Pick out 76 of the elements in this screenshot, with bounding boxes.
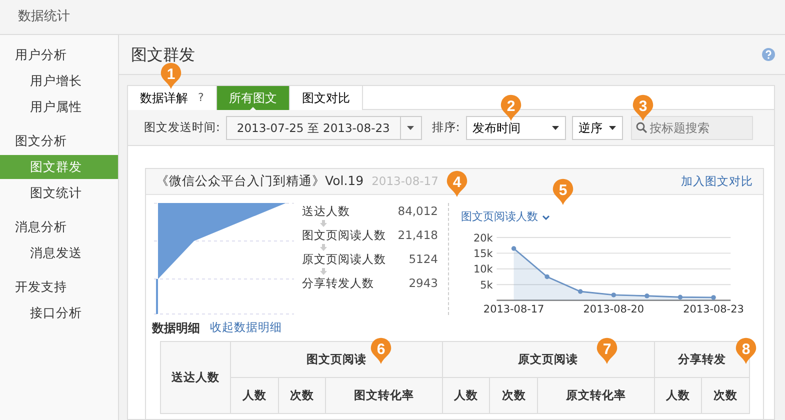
date-range-picker[interactable]: 2013-07-25 至 2013-08-23 <box>226 116 422 140</box>
marker-pin: 2 <box>500 94 522 121</box>
marker-pin: 6 <box>370 337 392 364</box>
chevron-icon <box>542 214 550 220</box>
section-title: 数据明细 <box>152 320 200 337</box>
x-tick-label: 2013-08-20 <box>583 303 644 315</box>
marker-pin: 4 <box>446 170 468 197</box>
data-point <box>511 246 516 250</box>
marker-pin: 7 <box>596 337 618 364</box>
data-point <box>644 293 650 298</box>
search-field[interactable]: 按标题搜索 <box>630 116 753 140</box>
sort-dropdown[interactable]: 发布时间 <box>466 116 566 140</box>
help-icon[interactable] <box>762 48 775 61</box>
data-point <box>678 294 683 300</box>
collapse-link[interactable]: 收起数据明细 <box>210 319 282 337</box>
sidebar-section-title: 图文分析 <box>14 132 68 150</box>
compare-link[interactable]: 加入图文对比 <box>681 172 753 190</box>
y-tick-label: 10k <box>474 263 493 276</box>
funnel-value: 2943 <box>408 275 438 291</box>
help-mark[interactable]: ? <box>198 90 204 106</box>
funnel-label: 分享转发人数 <box>302 275 374 291</box>
metric-dropdown[interactable]: 图文页阅读人数 <box>461 209 550 226</box>
column-header: 次数 <box>702 378 750 414</box>
sidebar-item[interactable]: 消息发送 <box>0 241 118 265</box>
data-point <box>711 294 716 300</box>
marker-pin: 3 <box>632 94 654 121</box>
down-arrow-icon <box>320 244 327 250</box>
sort-label: 排序: <box>432 118 460 136</box>
caret-icon <box>552 126 559 130</box>
sidebar-section-title: 用户分析 <box>14 46 68 64</box>
column-header: 次数 <box>278 378 326 414</box>
article-title: 《微信公众平台入门到精通》Vol.19 <box>156 172 364 190</box>
column-header: 原文转化率 <box>538 378 654 414</box>
column-header: 图文转化率 <box>326 378 442 414</box>
article-date: 2013-08-17 <box>372 172 438 190</box>
x-tick-label: 2013-08-23 <box>683 303 744 315</box>
sidebar-item[interactable]: 用户属性 <box>0 95 118 119</box>
search-input[interactable]: 按标题搜索 <box>650 118 746 136</box>
sidebar-section-title: 开发支持 <box>14 278 68 296</box>
tab-label[interactable]: 数据详解 <box>140 89 188 107</box>
y-tick-label: 20k <box>474 232 493 244</box>
tab[interactable]: 图文对比 <box>290 86 363 110</box>
funnel-label: 图文页阅读人数 <box>302 227 386 243</box>
data-point <box>578 288 583 294</box>
sidebar-section-title: 消息分析 <box>14 218 68 236</box>
column-header: 送达人数 <box>160 342 230 414</box>
date-label: 图文发送时间: <box>144 118 220 136</box>
sidebar-item[interactable]: 图文统计 <box>0 181 118 205</box>
funnel-label: 原文页阅读人数 <box>302 251 386 267</box>
page-title: 图文群发 <box>131 44 195 64</box>
column-header: 人数 <box>442 378 490 414</box>
funnel-value: 5124 <box>408 251 438 267</box>
app-title: 数据统计 <box>18 8 70 26</box>
marker-pin: 8 <box>735 337 757 364</box>
marker-pin: 5 <box>552 178 574 205</box>
caret-icon <box>608 126 616 130</box>
column-header: 人数 <box>654 378 702 414</box>
funnel-label: 送达人数 <box>302 203 350 219</box>
tab[interactable]: 所有图文 <box>216 86 290 110</box>
funnel-value: 84,012 <box>398 203 438 219</box>
sidebar-item[interactable]: 用户增长 <box>0 69 118 93</box>
funnel-value: 21,418 <box>398 227 438 243</box>
data-point <box>544 274 550 279</box>
marker-pin: 1 <box>160 62 182 89</box>
sidebar-item[interactable]: 接口分析 <box>0 301 118 325</box>
search-icon <box>636 122 647 133</box>
y-tick-label: 5k <box>480 278 493 291</box>
down-arrow-icon <box>320 220 327 226</box>
column-header: 人数 <box>230 378 278 414</box>
down-arrow-icon <box>320 268 327 274</box>
data-point <box>611 292 616 297</box>
x-tick-label: 2013-08-17 <box>483 303 544 315</box>
column-header: 次数 <box>490 378 538 414</box>
order-dropdown[interactable]: 逆序 <box>572 116 623 140</box>
caret-icon <box>407 126 414 130</box>
y-tick-label: 15k <box>474 248 493 260</box>
